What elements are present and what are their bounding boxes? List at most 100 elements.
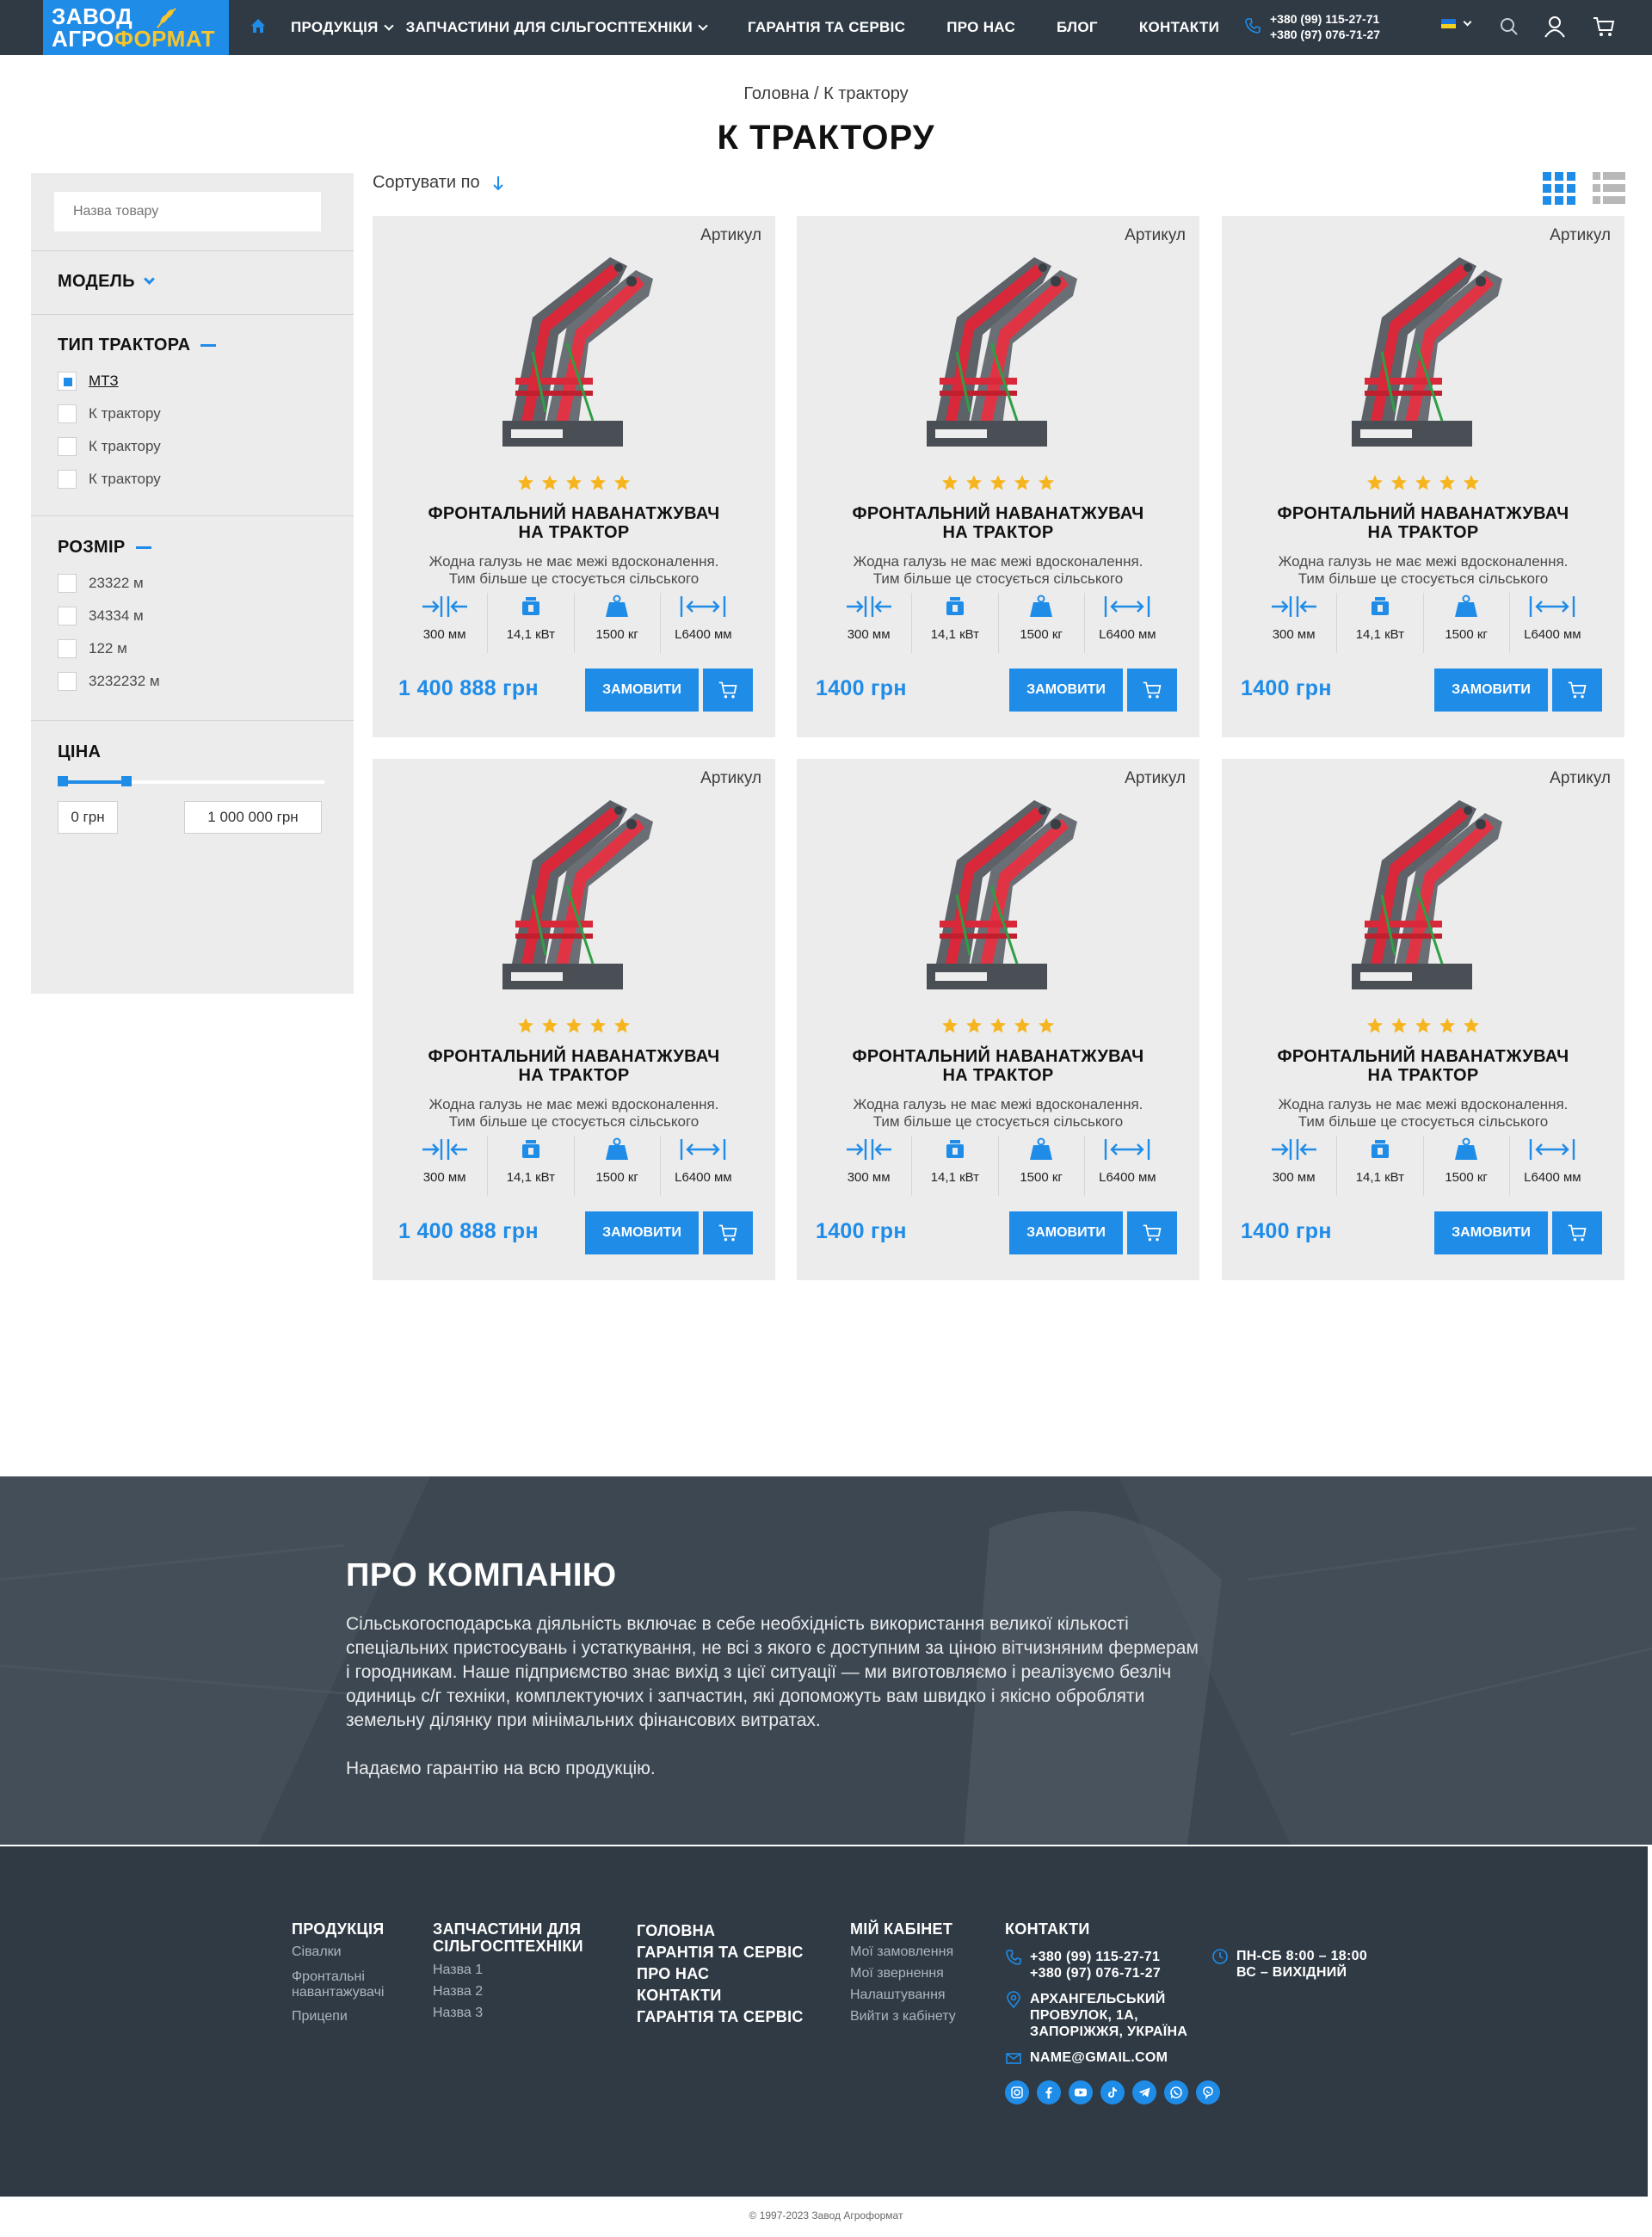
price-range-min-handle[interactable] [58,776,68,786]
footer-cabinet-title[interactable]: МІЙ КАБІНЕТ [850,1920,956,1938]
order-button[interactable]: ЗАМОВИТИ [1009,669,1123,712]
product-title[interactable]: ФРОНТАЛЬНИЙ НАВАНАТЖУВАЧ НА ТРАКТОР [797,504,1199,542]
checkbox-tractor-type[interactable]: К трактору [58,404,161,423]
add-to-cart-button[interactable] [1552,1211,1602,1254]
filter-size-header[interactable]: РОЗМІР [58,538,151,558]
product-card[interactable]: Артикул ФРОНТАЛЬНИЙ НАВАНАТЖУВАЧ НА ТРАКТ… [1222,759,1624,1280]
price-range-max-handle[interactable] [121,776,132,786]
instagram-icon[interactable] [1005,2080,1029,2105]
footer-link[interactable]: Вийти з кабінету [850,2009,956,2024]
product-card[interactable]: Артикул ФРОНТАЛЬНИЙ НАВАНАТЖУВАЧ НА ТРАКТ… [797,759,1199,1280]
filter-tractor-type-header[interactable]: ТИП ТРАКТОРА [58,336,217,355]
add-to-cart-button[interactable] [1127,1211,1177,1254]
order-button[interactable]: ЗАМОВИТИ [1434,669,1548,712]
checkbox-box[interactable] [58,639,77,658]
order-button[interactable]: ЗАМОВИТИ [1434,1211,1548,1254]
footer-link-warranty[interactable]: ГАРАНТІЯ ТА СЕРВІС [637,1942,804,1963]
checkbox-size[interactable]: 3232232 м [58,672,160,691]
product-description: Жодна галузь не має межі вдосконалення. Т… [853,553,1143,587]
checkbox-box[interactable] [58,372,77,391]
telegram-icon[interactable] [1132,2080,1156,2105]
product-title[interactable]: ФРОНТАЛЬНИЙ НАВАНАТЖУВАЧ НА ТРАКТОР [373,504,775,542]
add-to-cart-button[interactable] [703,669,753,712]
product-card[interactable]: Артикул ФРОНТАЛЬНИЙ НАВАНАТЖУВАЧ НА ТРАКТ… [1222,216,1624,737]
footer-products-title[interactable]: ПРОДУКЦІЯ [292,1920,384,1938]
site-logo[interactable]: ЗАВОД АГРОФОРМАТ [43,0,229,55]
order-button[interactable]: ЗАМОВИТИ [1009,1211,1123,1254]
product-image[interactable] [481,249,667,464]
product-image[interactable] [1330,792,1516,1007]
nav-item-contacts[interactable]: КОНТАКТИ [1139,0,1219,55]
checkbox-tractor-type[interactable]: К трактору [58,470,161,489]
order-button[interactable]: ЗАМОВИТИ [585,1211,699,1254]
price-range-slider[interactable] [58,776,324,786]
header-phones[interactable]: +380 (99) 115-27-71 +380 (97) 076-71-27 [1270,11,1380,42]
nav-item-products[interactable]: ПРОДУКЦІЯ [291,0,394,55]
list-view-icon[interactable] [1593,172,1625,205]
footer-parts-title[interactable]: ЗАПЧАСТИНИ ДЛЯ СІЛЬГОСПТЕХНІКИ [433,1920,583,1955]
nav-item-about[interactable]: ПРО НАС [946,0,1015,55]
price-min-field[interactable]: 0 грн [58,801,118,834]
home-icon[interactable] [250,17,267,34]
footer-link-contacts[interactable]: КОНТАКТИ [637,1985,804,2006]
product-image[interactable] [905,792,1091,1007]
footer-link[interactable]: Назва 1 [433,1963,583,1978]
product-image[interactable] [1330,249,1516,464]
nav-item-blog[interactable]: БЛОГ [1057,0,1098,55]
filter-model-header[interactable]: МОДЕЛЬ [58,272,155,292]
facebook-icon[interactable] [1037,2080,1061,2105]
footer-link-about[interactable]: ПРО НАС [637,1963,804,1985]
checkbox-box[interactable] [58,470,77,489]
footer-link[interactable]: Мої звернення [850,1966,956,1981]
user-icon[interactable] [1543,15,1567,39]
footer-phones[interactable]: +380 (99) 115-27-71 +380 (97) 076-71-27 [1005,1949,1161,1981]
footer-email[interactable]: NAME@GMAIL.COM [1005,2049,1168,2067]
checkbox-tractor-type[interactable]: МТЗ [58,372,119,391]
cart-icon[interactable] [1592,15,1616,39]
footer-link[interactable]: Назва 3 [433,2006,583,2021]
youtube-icon[interactable] [1069,2080,1093,2105]
product-title[interactable]: ФРОНТАЛЬНИЙ НАВАНАТЖУВАЧ НА ТРАКТОР [1222,504,1624,542]
checkbox-tractor-type[interactable]: К трактору [58,437,161,456]
checkbox-box[interactable] [58,672,77,691]
price-max-field[interactable]: 1 000 000 грн [184,801,322,834]
tiktok-icon[interactable] [1100,2080,1125,2105]
footer-link[interactable]: Сівалки [292,1944,384,1960]
language-selector[interactable] [1441,17,1472,28]
checkbox-size[interactable]: 23322 м [58,574,144,593]
add-to-cart-button[interactable] [1552,669,1602,712]
add-to-cart-button[interactable] [703,1211,753,1254]
nav-item-warranty[interactable]: ГАРАНТІЯ ТА СЕРВІС [748,0,905,55]
footer-link-warranty[interactable]: ГАРАНТІЯ ТА СЕРВІС [637,2006,804,2028]
product-card[interactable]: Артикул ФРОНТАЛЬНИЙ НАВАНАТЖУВАЧ НА ТРАКТ… [373,759,775,1280]
grid-view-icon[interactable] [1543,172,1575,205]
footer-link[interactable]: Прицепи [292,2009,384,2024]
checkbox-box[interactable] [58,574,77,593]
sort-control[interactable]: Сортувати по [373,173,504,193]
footer-link[interactable]: Мої замовлення [850,1944,956,1960]
checkbox-box[interactable] [58,607,77,625]
product-card[interactable]: Артикул ФРОНТАЛЬНИЙ НАВАНАТЖУВАЧ НА ТРАКТ… [797,216,1199,737]
search-icon[interactable] [1497,15,1521,39]
breadcrumb-home[interactable]: Головна [743,84,809,103]
product-title[interactable]: ФРОНТАЛЬНИЙ НАВАНАТЖУВАЧ НА ТРАКТОР [1222,1047,1624,1085]
product-image[interactable] [481,792,667,1007]
footer-link[interactable]: Назва 2 [433,1984,583,2000]
footer-link[interactable]: Фронтальні навантажувачі [292,1969,384,2000]
order-button[interactable]: ЗАМОВИТИ [585,669,699,712]
whatsapp-icon[interactable] [1164,2080,1188,2105]
product-image[interactable] [905,249,1091,464]
nav-item-parts[interactable]: ЗАПЧАСТИНИ ДЛЯ СІЛЬГОСПТЕХНІКИ [406,0,708,55]
product-title[interactable]: ФРОНТАЛЬНИЙ НАВАНАТЖУВАЧ НА ТРАКТОР [797,1047,1199,1085]
checkbox-box[interactable] [58,437,77,456]
checkbox-box[interactable] [58,404,77,423]
product-search-input[interactable] [54,192,321,231]
checkbox-size[interactable]: 34334 м [58,607,144,625]
product-title[interactable]: ФРОНТАЛЬНИЙ НАВАНАТЖУВАЧ НА ТРАКТОР [373,1047,775,1085]
add-to-cart-button[interactable] [1127,669,1177,712]
footer-link[interactable]: Налаштування [850,1987,956,2003]
viber-icon[interactable] [1196,2080,1220,2105]
checkbox-size[interactable]: 122 м [58,639,127,658]
footer-link-home[interactable]: ГОЛОВНА [637,1920,804,1942]
product-card[interactable]: Артикул ФРОНТАЛЬНИЙ НАВАНАТЖУВАЧ НА ТРАКТ… [373,216,775,737]
